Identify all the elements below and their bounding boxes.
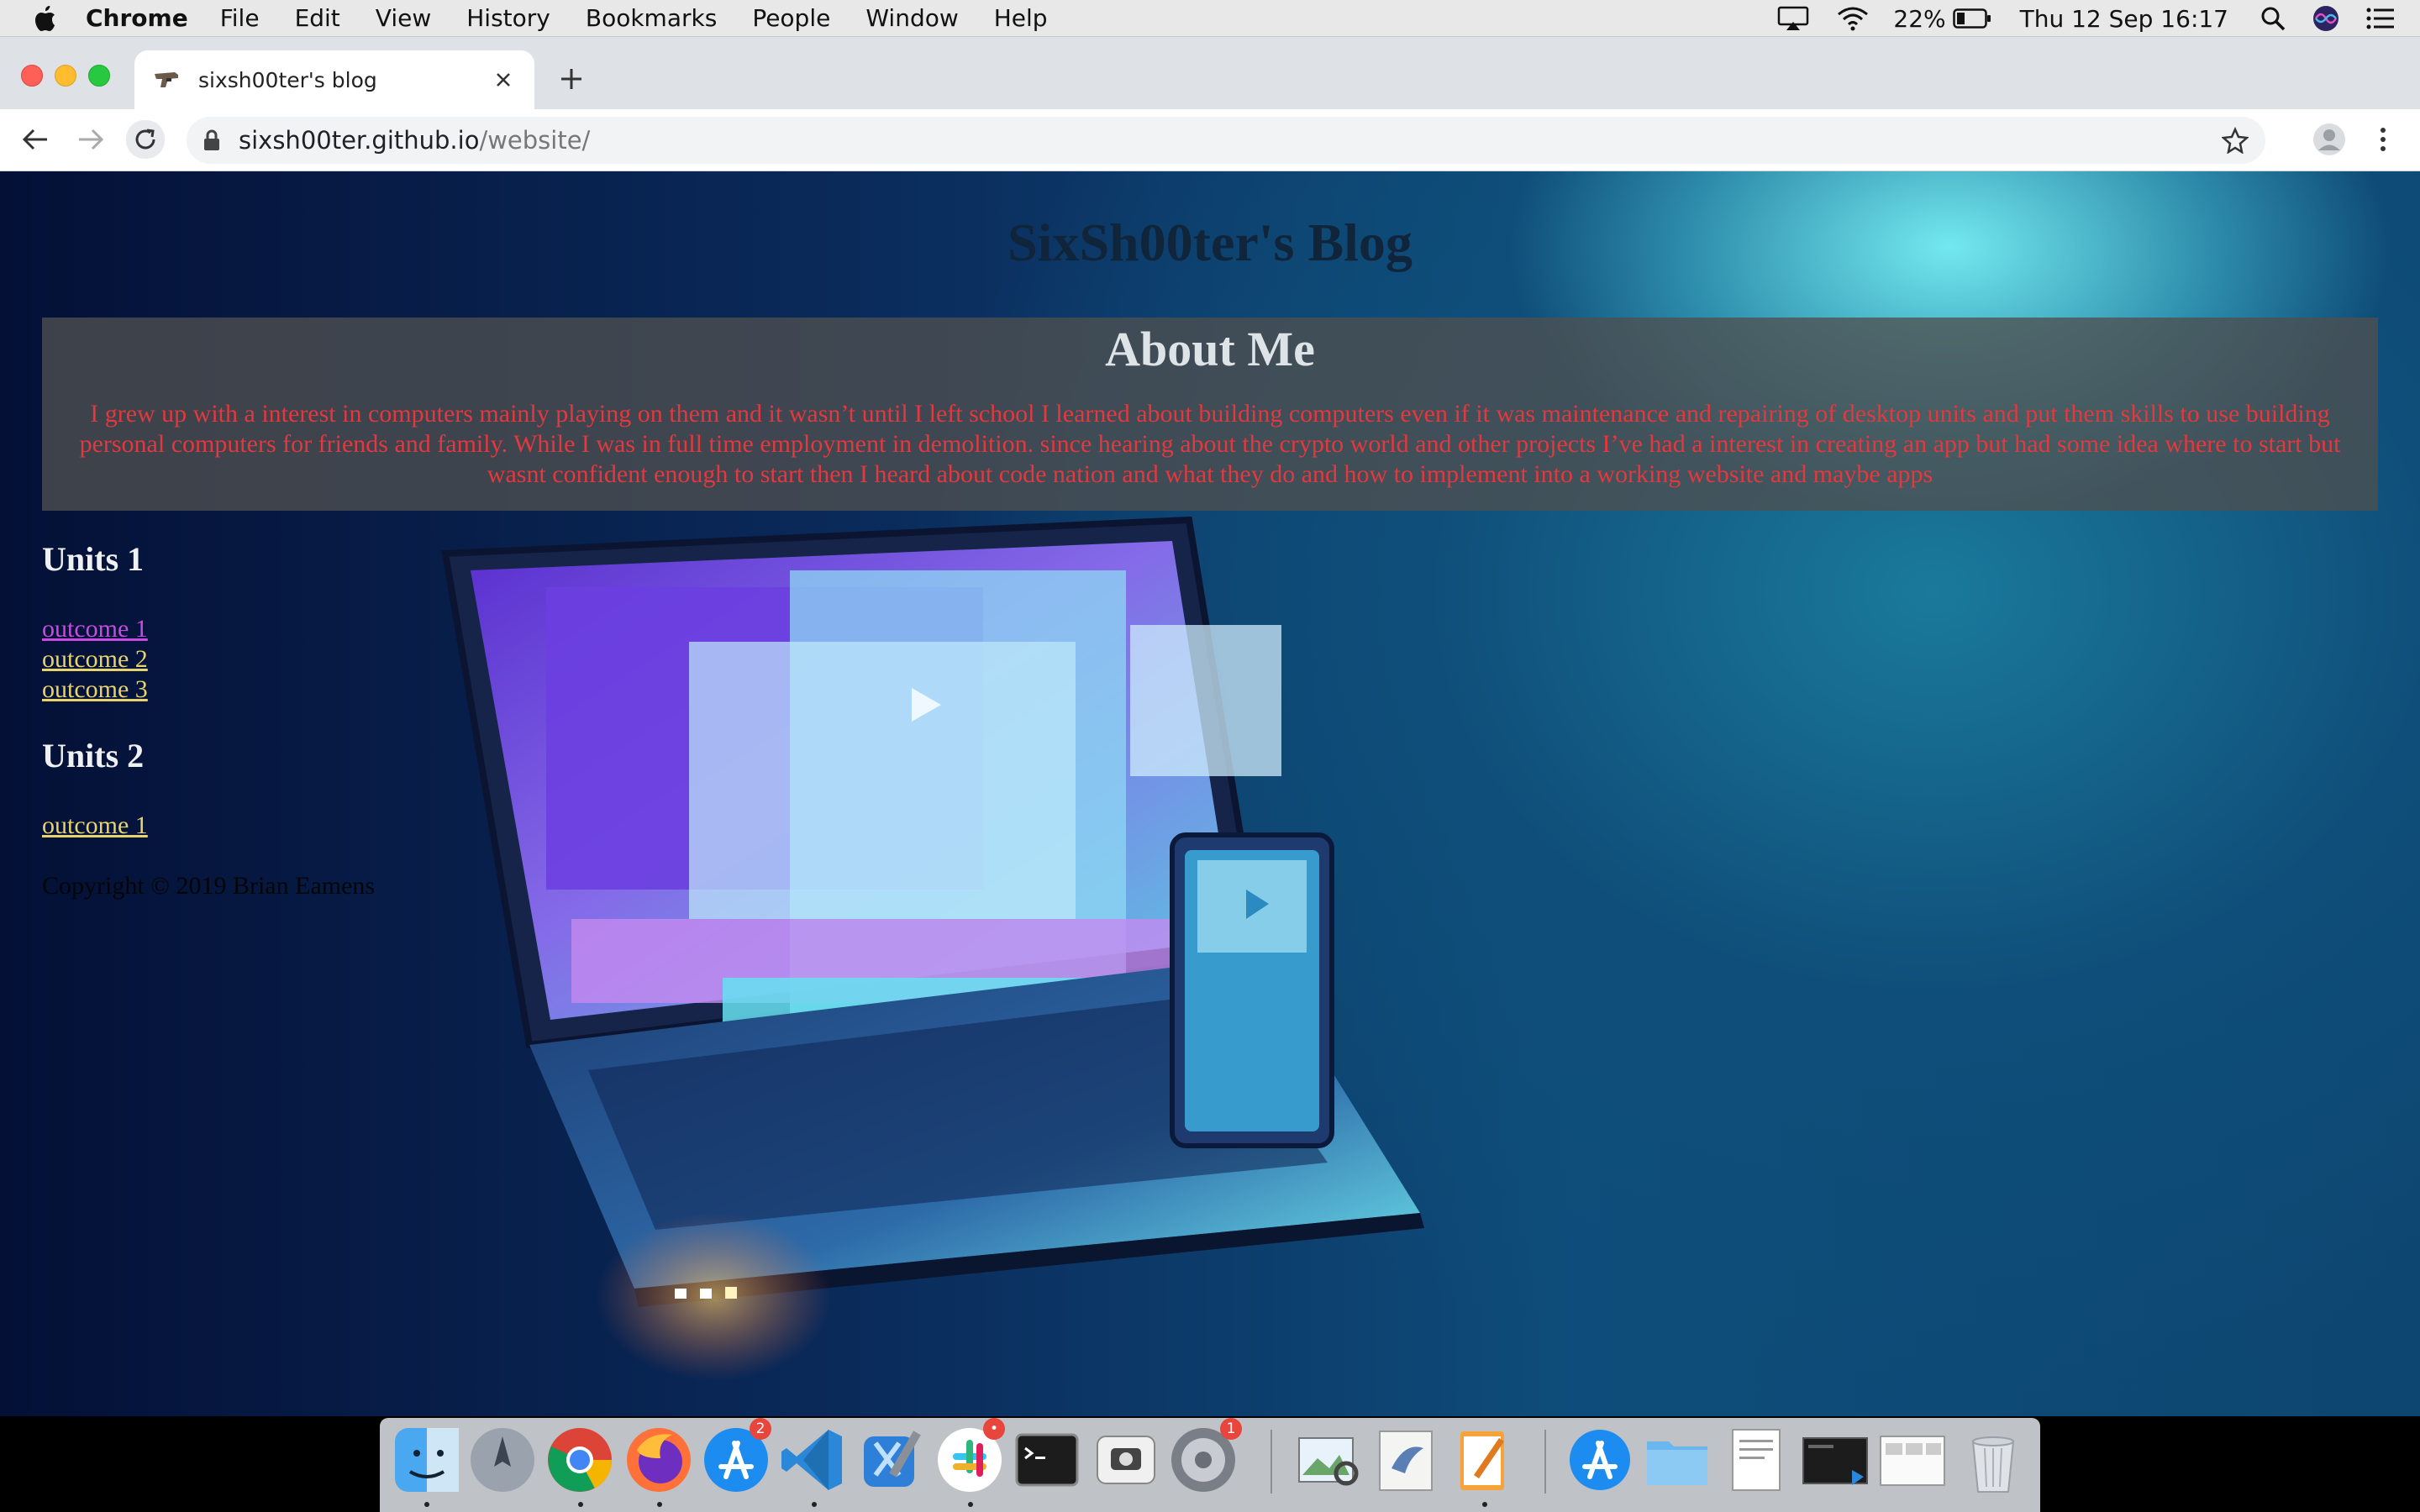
new-tab-icon[interactable] xyxy=(555,62,588,96)
menu-file[interactable]: File xyxy=(220,4,260,32)
revolver-favicon-icon xyxy=(153,66,182,94)
clock[interactable]: Thu 12 Sep 16:17 xyxy=(2020,5,2228,33)
app-store-folder-icon[interactable] xyxy=(1565,1425,1635,1495)
system-preferences-badge: 1 xyxy=(1220,1418,1242,1440)
terminal-icon[interactable] xyxy=(1012,1425,1082,1495)
menu-edit[interactable]: Edit xyxy=(295,4,340,32)
units-1-outcome-1-link[interactable]: outcome 1 xyxy=(42,615,148,643)
units-1-heading: Units 1 xyxy=(42,540,145,578)
units-1-outcome-2-link[interactable]: outcome 2 xyxy=(42,645,148,674)
about-me-section: About Me I grew up with a interest in co… xyxy=(42,318,2378,511)
menu-app-name[interactable]: Chrome xyxy=(86,4,188,32)
profile-avatar-icon[interactable] xyxy=(2311,121,2348,158)
units-1-outcome-3-link[interactable]: outcome 3 xyxy=(42,675,148,704)
menu-help[interactable]: Help xyxy=(994,4,1048,32)
airplay-icon[interactable] xyxy=(1777,6,1809,31)
finder-running-indicator xyxy=(424,1502,429,1507)
menu-history[interactable]: History xyxy=(466,4,550,32)
screenshot-icon[interactable] xyxy=(1091,1425,1161,1495)
lock-icon[interactable] xyxy=(203,129,220,151)
spotlight-search-icon[interactable] xyxy=(2260,6,2286,31)
chrome-menu-icon[interactable] xyxy=(2365,121,2402,158)
reload-icon[interactable] xyxy=(126,120,165,159)
apple-menu-icon[interactable] xyxy=(34,5,57,32)
notification-center-icon[interactable] xyxy=(2366,7,2395,30)
window-minimize-button[interactable] xyxy=(55,65,76,87)
dock-separator xyxy=(1270,1430,1272,1494)
vscode-icon[interactable] xyxy=(778,1425,849,1495)
document-icon[interactable] xyxy=(1721,1425,1791,1495)
web-content: SixSh00ter's Blog About Me I grew up wit… xyxy=(0,171,2420,1416)
window-icon[interactable] xyxy=(1877,1425,1948,1495)
copyright-text: Copyright © 2019 Brian Eamens xyxy=(42,872,376,900)
chrome-running-indicator xyxy=(578,1502,583,1507)
finder-icon[interactable] xyxy=(392,1425,462,1495)
site-title: SixSh00ter's Blog xyxy=(1007,213,1413,272)
pages-running-indicator xyxy=(1482,1502,1487,1507)
dock: 2 • 1 xyxy=(380,1418,2040,1512)
menu-bookmarks[interactable]: Bookmarks xyxy=(586,4,717,32)
units-2-heading: Units 2 xyxy=(42,737,145,774)
menu-view[interactable]: View xyxy=(376,4,431,32)
preview-icon[interactable] xyxy=(1292,1425,1363,1495)
bookmark-star-icon[interactable] xyxy=(2218,123,2252,157)
about-heading: About Me xyxy=(1105,322,1315,376)
launchpad-icon[interactable] xyxy=(467,1425,538,1495)
url-path: /website/ xyxy=(479,126,591,155)
browser-toolbar: sixsh00ter.github.io/website/ xyxy=(0,109,2420,171)
tab-title: sixsh00ter's blog xyxy=(198,67,377,92)
firefox-running-indicator xyxy=(657,1502,662,1507)
chrome-icon[interactable] xyxy=(544,1425,615,1495)
dock-separator-2 xyxy=(1544,1430,1546,1494)
menu-bar: Chrome File Edit View History Bookmarks … xyxy=(0,0,2420,37)
battery-icon[interactable] xyxy=(1952,8,1991,29)
forward-arrow-icon[interactable] xyxy=(72,121,109,158)
siri-icon[interactable] xyxy=(2312,5,2339,32)
tab-close-icon[interactable] xyxy=(489,66,518,94)
address-bar[interactable]: sixsh00ter.github.io/website/ xyxy=(187,117,2265,164)
xcode-icon[interactable] xyxy=(855,1425,926,1495)
about-text: I grew up with a interest in computers m… xyxy=(79,400,2341,488)
wifi-icon[interactable] xyxy=(1836,6,1870,31)
menu-people[interactable]: People xyxy=(752,4,830,32)
vscode-running-indicator xyxy=(812,1502,817,1507)
menu-window[interactable]: Window xyxy=(865,4,958,32)
window-close-button[interactable] xyxy=(21,65,43,87)
screen-icon[interactable] xyxy=(1800,1425,1870,1495)
trash-icon[interactable] xyxy=(1958,1425,2028,1495)
battery-percent[interactable]: 22% xyxy=(1893,5,1945,33)
firefox-icon[interactable] xyxy=(623,1425,694,1495)
units-2-outcome-1-link[interactable]: outcome 1 xyxy=(42,811,148,840)
mail-icon[interactable] xyxy=(1371,1425,1442,1495)
slack-running-indicator xyxy=(968,1502,973,1507)
app-store-badge: 2 xyxy=(750,1418,771,1440)
pages-icon[interactable] xyxy=(1449,1425,1519,1495)
url-host: sixsh00ter.github.io xyxy=(239,126,480,155)
tab-strip: sixsh00ter's blog xyxy=(0,37,2420,109)
window-maximize-button[interactable] xyxy=(88,65,110,87)
back-arrow-icon[interactable] xyxy=(17,121,54,158)
browser-tab[interactable]: sixsh00ter's blog xyxy=(134,50,534,109)
slack-badge: • xyxy=(983,1418,1005,1440)
documents-folder-icon[interactable] xyxy=(1642,1425,1712,1495)
